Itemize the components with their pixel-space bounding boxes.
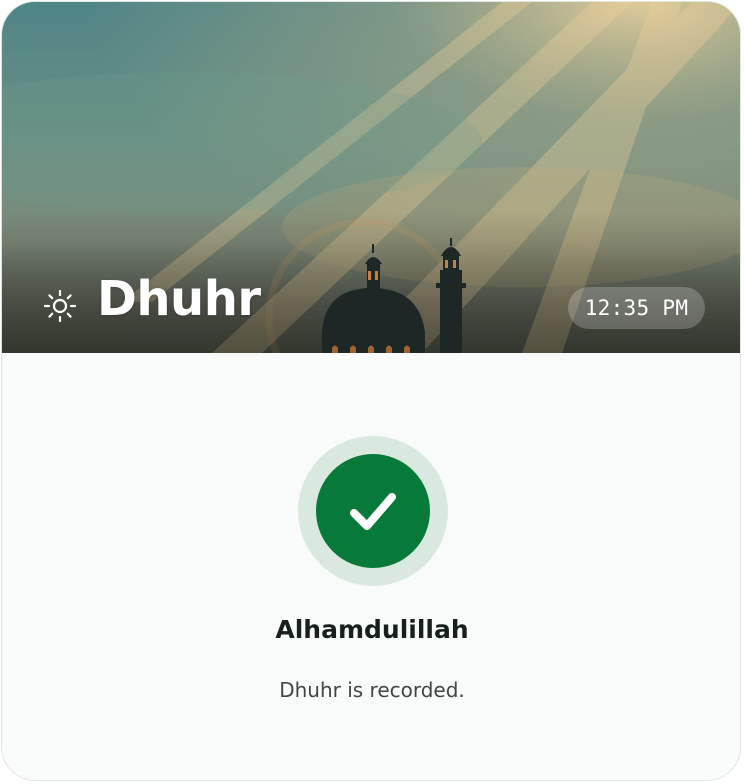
checkmark-icon (316, 454, 430, 568)
prayer-recorded-card: Dhuhr 12:35 PM Alhamdulillah Dhuhr is re… (1, 1, 741, 781)
confirmation-message: Dhuhr is recorded. (279, 678, 465, 702)
prayer-title: Dhuhr (97, 271, 261, 327)
prayer-header-image: Dhuhr 12:35 PM (2, 2, 740, 353)
sun-icon (42, 288, 78, 324)
success-indicator (298, 436, 448, 586)
confirmation-title: Alhamdulillah (275, 615, 469, 644)
prayer-time-badge: 12:35 PM (568, 287, 705, 329)
